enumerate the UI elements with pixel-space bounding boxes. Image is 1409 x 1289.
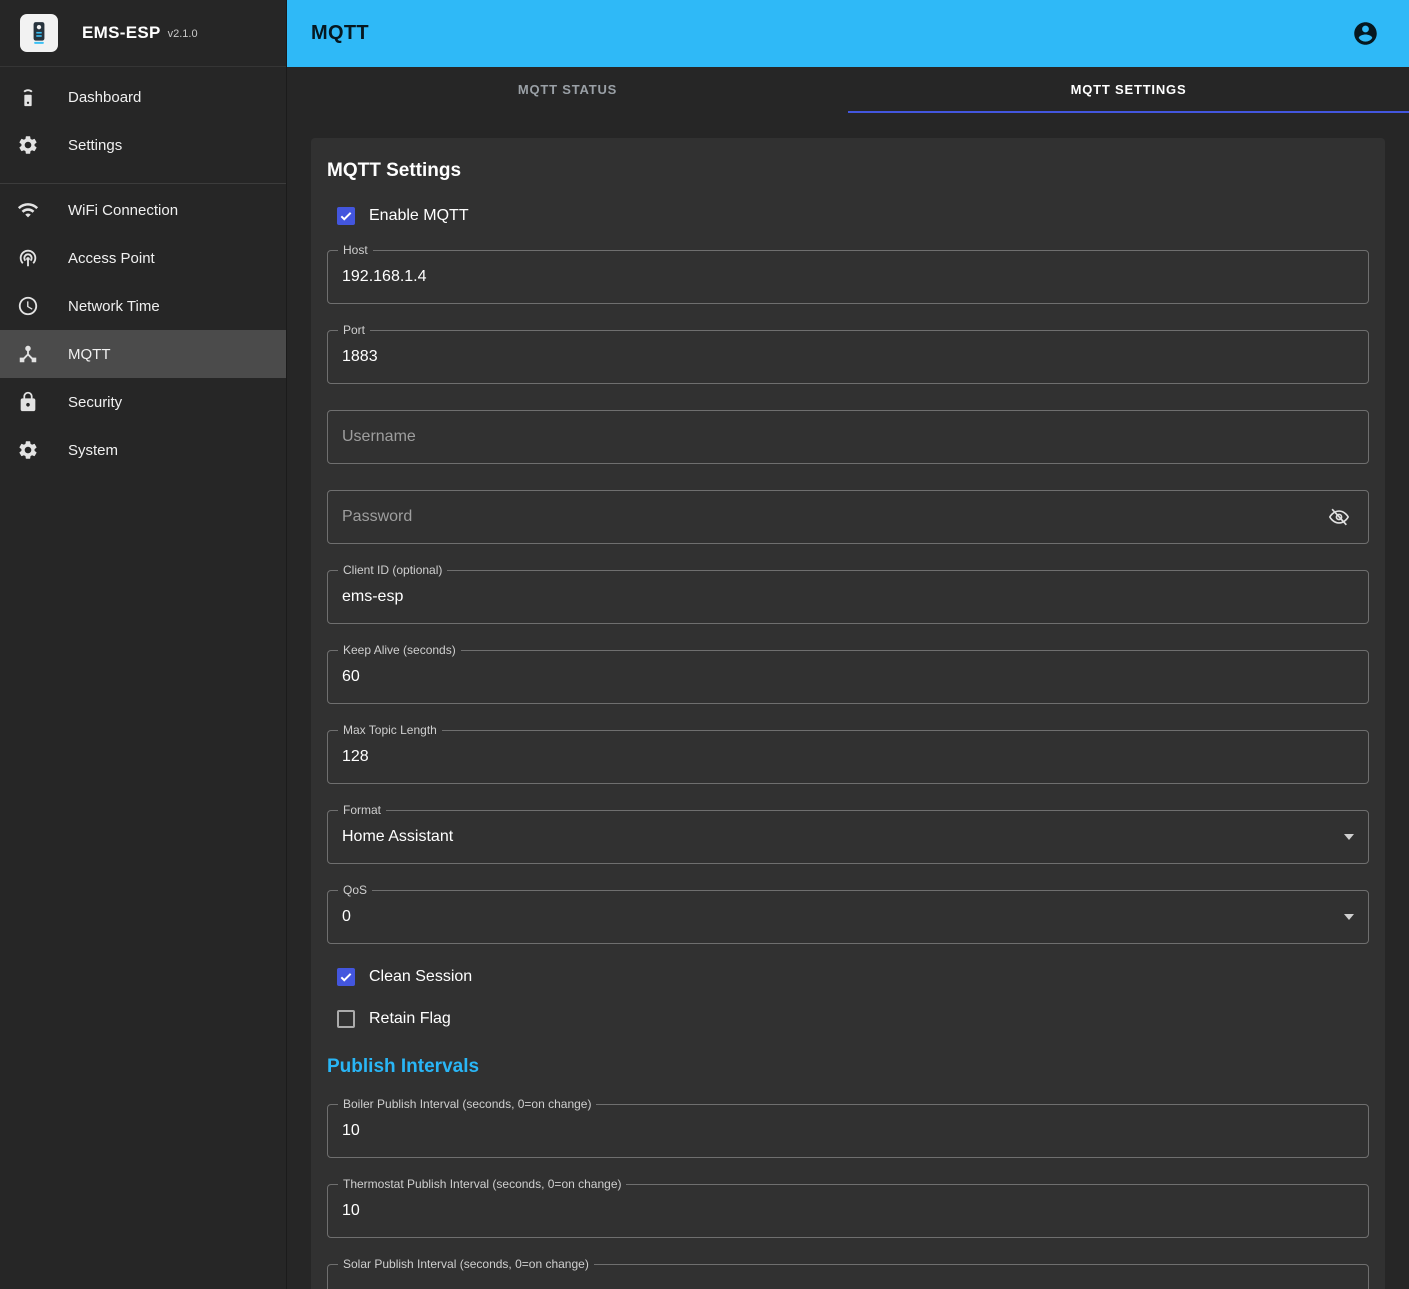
enable-mqtt-checkbox[interactable]: Enable MQTT (327, 196, 1369, 236)
visibility-off-icon[interactable] (1324, 502, 1354, 532)
lock-icon (16, 390, 40, 414)
sidebar-item-system[interactable]: System (0, 426, 286, 474)
page-title: MQTT (311, 22, 369, 45)
sidebar-item-mqtt[interactable]: MQTT (0, 330, 286, 378)
field-value: Home Assistant (342, 828, 453, 846)
field-value: 128 (342, 748, 369, 766)
field-placeholder: Password (342, 508, 412, 526)
sidebar-item-settings[interactable]: Settings (0, 121, 286, 169)
max-topic-length-field[interactable]: Max Topic Length 128 (327, 730, 1369, 784)
field-value: ems-esp (342, 588, 403, 606)
chevron-down-icon (1344, 834, 1354, 840)
checkbox-label: Clean Session (369, 968, 472, 986)
clean-session-checkbox[interactable]: Clean Session (327, 956, 1369, 998)
device-hub-icon (16, 342, 40, 366)
sidebar-item-label: Dashboard (68, 89, 141, 106)
session-checkboxes: Clean Session Retain Flag (327, 956, 1369, 1040)
keep-alive-field[interactable]: Keep Alive (seconds) 60 (327, 650, 1369, 704)
sidebar-item-label: Security (68, 394, 122, 411)
field-value: 1883 (342, 348, 378, 366)
settings-gear-icon (16, 133, 40, 157)
sidebar-divider (0, 183, 286, 184)
field-value: 60 (342, 668, 360, 686)
sidebar-item-network-time[interactable]: Network Time (0, 282, 286, 330)
field-label: Keep Alive (seconds) (338, 643, 461, 657)
qos-select[interactable]: QoS 0 (327, 890, 1369, 944)
sidebar-item-label: MQTT (68, 346, 111, 363)
card-heading: MQTT Settings (327, 160, 1369, 182)
wifi-icon (16, 198, 40, 222)
clock-icon (16, 294, 40, 318)
sidebar-item-label: System (68, 442, 118, 459)
access-point-icon (16, 246, 40, 270)
publish-intervals-heading: Publish Intervals (327, 1056, 1369, 1078)
sidebar-item-security[interactable]: Security (0, 378, 286, 426)
field-label: Client ID (optional) (338, 563, 447, 577)
appbar: MQTT (287, 0, 1409, 67)
app-version: v2.1.0 (168, 28, 198, 40)
sidebar-item-label: Settings (68, 137, 122, 154)
format-select[interactable]: Format Home Assistant (327, 810, 1369, 864)
client-id-field[interactable]: Client ID (optional) ems-esp (327, 570, 1369, 624)
tab-bar: MQTT STATUS MQTT SETTINGS (287, 67, 1409, 113)
ems-esp-logo (20, 14, 58, 52)
sidebar-item-dashboard[interactable]: Dashboard (0, 73, 286, 121)
field-placeholder: Username (342, 428, 416, 446)
field-label: QoS (338, 883, 372, 897)
sidebar: EMS-ESP v2.1.0 Dashboard (0, 0, 287, 1289)
tab-mqtt-status[interactable]: MQTT STATUS (287, 67, 848, 113)
username-field[interactable]: Username (327, 410, 1369, 464)
checkbox-unchecked-icon (337, 1010, 355, 1028)
account-circle-icon[interactable] (1345, 14, 1385, 54)
field-label: Thermostat Publish Interval (seconds, 0=… (338, 1177, 626, 1191)
checkbox-checked-icon (337, 207, 355, 225)
port-field[interactable]: Port 1883 (327, 330, 1369, 384)
field-label: Port (338, 323, 370, 337)
field-value: 10 (342, 1122, 360, 1140)
field-label: Host (338, 243, 373, 257)
host-field[interactable]: Host 192.168.1.4 (327, 250, 1369, 304)
sidebar-item-access-point[interactable]: Access Point (0, 234, 286, 282)
field-label: Format (338, 803, 386, 817)
field-label: Boiler Publish Interval (seconds, 0=on c… (338, 1097, 596, 1111)
sidebar-header: EMS-ESP v2.1.0 (0, 0, 286, 67)
brand-name: EMS-ESP (82, 23, 161, 43)
solar-publish-interval-field[interactable]: Solar Publish Interval (seconds, 0=on ch… (327, 1264, 1369, 1289)
field-value: 10 (342, 1202, 360, 1220)
app-root: EMS-ESP v2.1.0 Dashboard (0, 0, 1409, 1289)
sidebar-item-wifi-connection[interactable]: WiFi Connection (0, 186, 286, 234)
field-value: 192.168.1.4 (342, 268, 427, 286)
checkbox-checked-icon (337, 968, 355, 986)
sidebar-nav: Dashboard Settings WiFi Connection (0, 67, 286, 474)
mqtt-settings-card: MQTT Settings Enable MQTT Host 192.168.1… (311, 138, 1385, 1289)
retain-flag-checkbox[interactable]: Retain Flag (327, 998, 1369, 1040)
checkbox-label: Enable MQTT (369, 207, 469, 225)
sidebar-item-label: Network Time (68, 298, 160, 315)
boiler-publish-interval-field[interactable]: Boiler Publish Interval (seconds, 0=on c… (327, 1104, 1369, 1158)
sidebar-item-label: Access Point (68, 250, 155, 267)
sidebar-item-label: WiFi Connection (68, 202, 178, 219)
field-label: Max Topic Length (338, 723, 442, 737)
tab-mqtt-settings[interactable]: MQTT SETTINGS (848, 67, 1409, 113)
thermostat-publish-interval-field[interactable]: Thermostat Publish Interval (seconds, 0=… (327, 1184, 1369, 1238)
system-gear-icon (16, 438, 40, 462)
field-value: 0 (342, 908, 351, 926)
password-field[interactable]: Password (327, 490, 1369, 544)
boiler-device-icon (26, 20, 52, 46)
field-label: Solar Publish Interval (seconds, 0=on ch… (338, 1257, 594, 1271)
main-area: MQTT MQTT STATUS MQTT SETTINGS MQTT Sett… (287, 0, 1409, 1289)
content-area: MQTT Settings Enable MQTT Host 192.168.1… (287, 113, 1409, 1289)
dashboard-icon (16, 85, 40, 109)
chevron-down-icon (1344, 914, 1354, 920)
checkbox-label: Retain Flag (369, 1010, 451, 1028)
